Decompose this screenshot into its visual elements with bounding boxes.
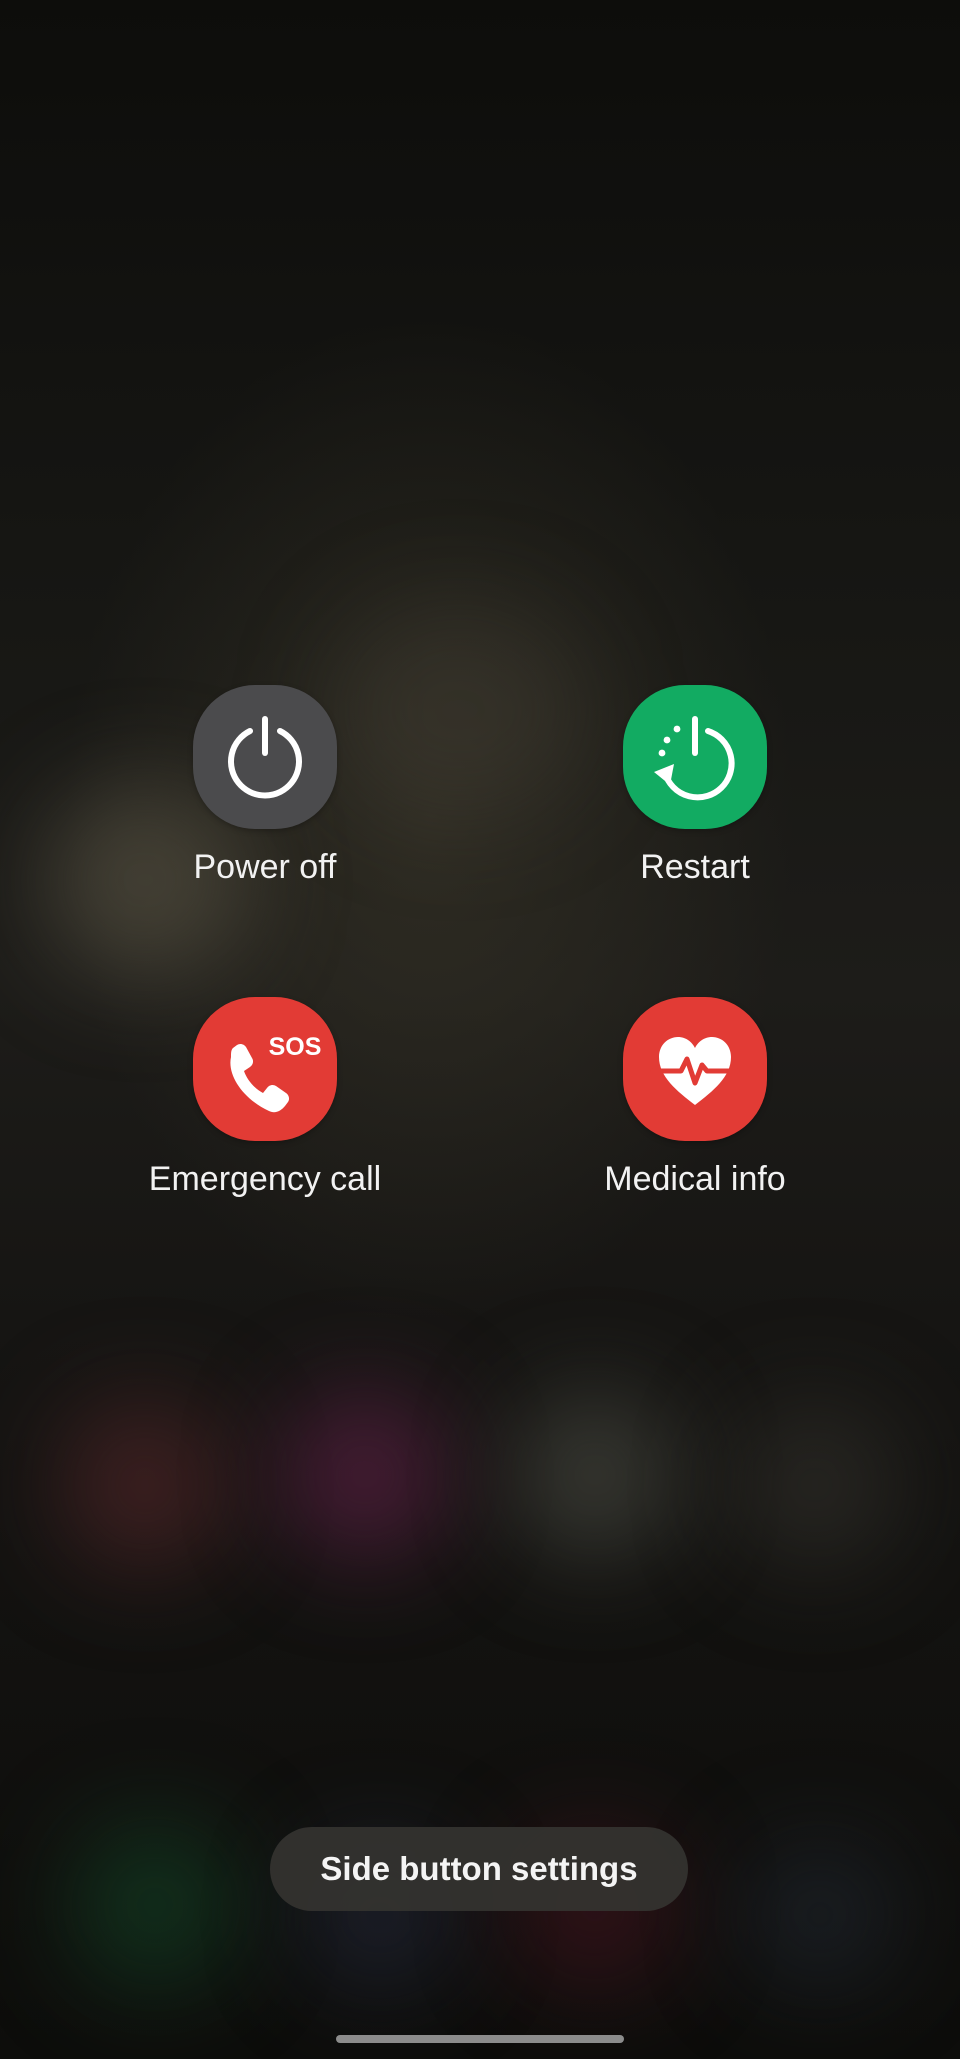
medical-info-tile[interactable] <box>623 997 767 1141</box>
sos-phone-icon: SOS <box>230 1033 321 1113</box>
emergency-call-label: Emergency call <box>148 1160 382 1198</box>
power-off-tile[interactable] <box>193 685 337 829</box>
medical-info-label: Medical info <box>604 1160 786 1198</box>
emergency-call-tile[interactable]: SOS <box>193 997 337 1141</box>
power-off-button[interactable]: Power off <box>85 685 445 887</box>
emergency-call-button[interactable]: SOS Emergency call <box>85 997 445 1199</box>
power-menu-screen: Power off Restart SOS Emergency call Med… <box>0 0 960 2059</box>
side-button-settings-button[interactable]: Side button settings <box>270 1827 688 1911</box>
home-indicator[interactable] <box>336 2035 624 2043</box>
restart-tile[interactable] <box>623 685 767 829</box>
medical-info-button[interactable]: Medical info <box>515 997 875 1199</box>
power-icon <box>228 716 302 799</box>
power-off-label: Power off <box>193 848 337 886</box>
restart-icon <box>654 716 735 801</box>
restart-button[interactable]: Restart <box>515 685 875 887</box>
sos-text: SOS <box>269 1033 321 1061</box>
heart-pulse-icon <box>650 1037 740 1105</box>
power-menu-options: Power off Restart SOS Emergency call Med… <box>0 0 960 2059</box>
restart-label: Restart <box>640 848 750 886</box>
